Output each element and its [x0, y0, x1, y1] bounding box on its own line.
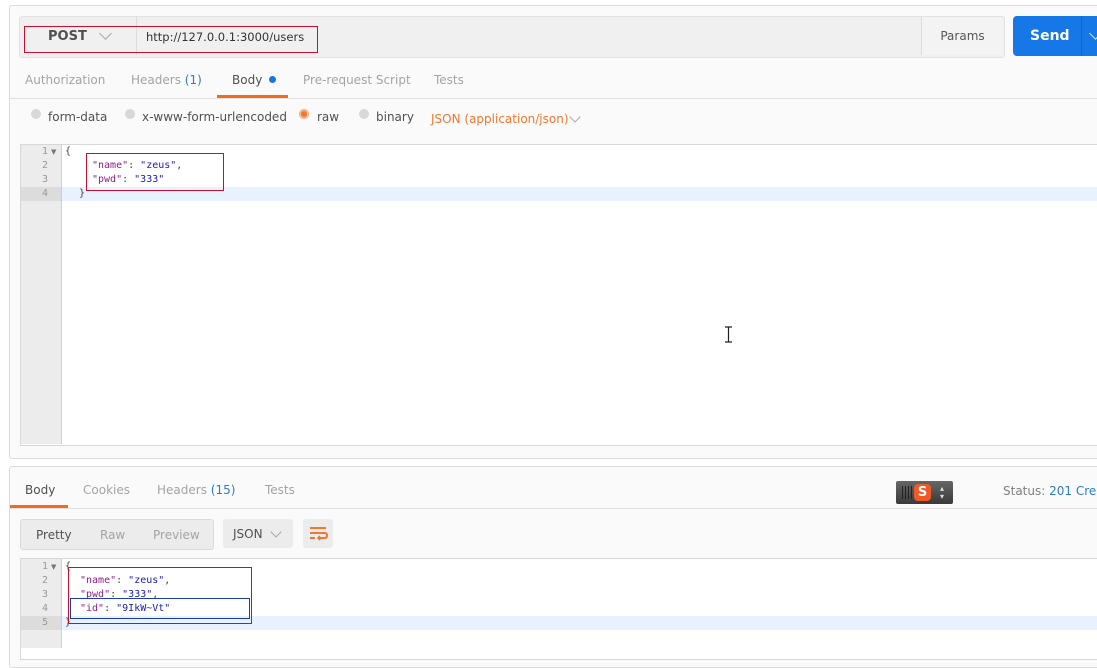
tab-count: (15) [210, 483, 236, 497]
radio-form-data[interactable] [31, 109, 41, 119]
view-mode-pretty[interactable]: Pretty [36, 520, 72, 549]
response-status: Status: 201 Create [1003, 484, 1097, 498]
send-button[interactable]: Send [1013, 16, 1097, 56]
radio-binary[interactable] [359, 109, 369, 119]
line-number: 1 [41, 561, 48, 572]
format-select[interactable]: JSON [223, 519, 293, 548]
view-mode-preview[interactable]: Preview [153, 520, 200, 549]
tab-tests[interactable]: Tests [434, 73, 464, 87]
divider [1081, 16, 1082, 56]
wrap-lines-icon [310, 527, 329, 541]
view-mode-label: Raw [100, 527, 126, 542]
view-mode-label: Preview [153, 527, 200, 542]
line-number: 1 [41, 146, 48, 157]
fold-arrow-icon[interactable]: ▼ [51, 148, 56, 156]
radio-label: form-data [48, 110, 108, 124]
view-mode-raw[interactable]: Raw [100, 520, 125, 549]
chevron-down-icon [270, 526, 282, 538]
radio-label: x-www-form-urlencoded [142, 110, 287, 124]
sogou-s-icon: S [914, 484, 931, 501]
tab-count: (1) [184, 73, 202, 87]
text-cursor-icon [725, 326, 732, 343]
line-number: 4 [41, 603, 48, 614]
annotation-box-id-field [70, 598, 250, 619]
divider [10, 508, 1097, 509]
radio-raw[interactable] [299, 109, 309, 119]
modified-dot-icon [269, 76, 277, 83]
line-number: 4 [41, 188, 48, 199]
line-number: 3 [41, 174, 48, 185]
tab-label: Tests [434, 73, 464, 87]
divider [10, 98, 1097, 99]
tab-label: Tests [265, 483, 295, 497]
code-brace-open: { [65, 146, 72, 157]
line-number: 2 [41, 160, 48, 171]
status-value: 201 Create [1049, 484, 1097, 498]
code-brace-close: } [79, 188, 86, 199]
send-label: Send [1030, 28, 1070, 44]
tab-label: Headers [157, 483, 207, 497]
response-tab-headers[interactable]: Headers (15) [157, 483, 235, 497]
format-label: JSON [233, 527, 263, 541]
arrows-icon: ▴ ▾ [940, 484, 945, 501]
status-label: Status: [1003, 484, 1046, 498]
tab-body[interactable]: Body [232, 73, 277, 87]
view-mode-toggle: Pretty Raw Preview [20, 519, 214, 550]
tab-label: Body [25, 483, 56, 497]
tab-label: Cookies [83, 483, 130, 497]
tab-headers[interactable]: Headers (1) [131, 73, 202, 87]
tab-authorization[interactable]: Authorization [25, 73, 105, 87]
response-tab-body[interactable]: Body [25, 483, 55, 497]
line-number: 5 [41, 617, 48, 628]
chevron-down-icon[interactable] [1089, 27, 1097, 40]
annotation-box-url [24, 26, 318, 53]
tab-label: Body [232, 73, 263, 87]
response-tab-tests[interactable]: Tests [265, 483, 295, 497]
line-number: 3 [41, 589, 48, 600]
tab-label: Pre-request Script [303, 73, 411, 87]
response-tab-cookies[interactable]: Cookies [83, 483, 130, 497]
annotation-box-request-body [86, 153, 224, 191]
radio-x-www-form-urlencoded[interactable] [125, 109, 135, 119]
params-label: Params [940, 29, 985, 43]
wrap-lines-button[interactable] [303, 519, 333, 548]
tab-pre-request-script[interactable]: Pre-request Script [303, 73, 411, 87]
radio-label: raw [317, 110, 340, 124]
tab-label: Authorization [25, 73, 106, 87]
line-number: 2 [41, 575, 48, 586]
content-type-select[interactable]: JSON (application/json) [431, 112, 569, 126]
radio-label: binary [376, 110, 414, 124]
params-button[interactable]: Params [921, 17, 1003, 55]
sogou-ime-icon[interactable]: S ▴ ▾ [896, 481, 953, 504]
view-mode-label: Pretty [36, 527, 72, 542]
tab-label: Headers [131, 73, 181, 87]
fold-arrow-icon[interactable]: ▼ [51, 563, 56, 571]
grip-icon [902, 486, 912, 499]
